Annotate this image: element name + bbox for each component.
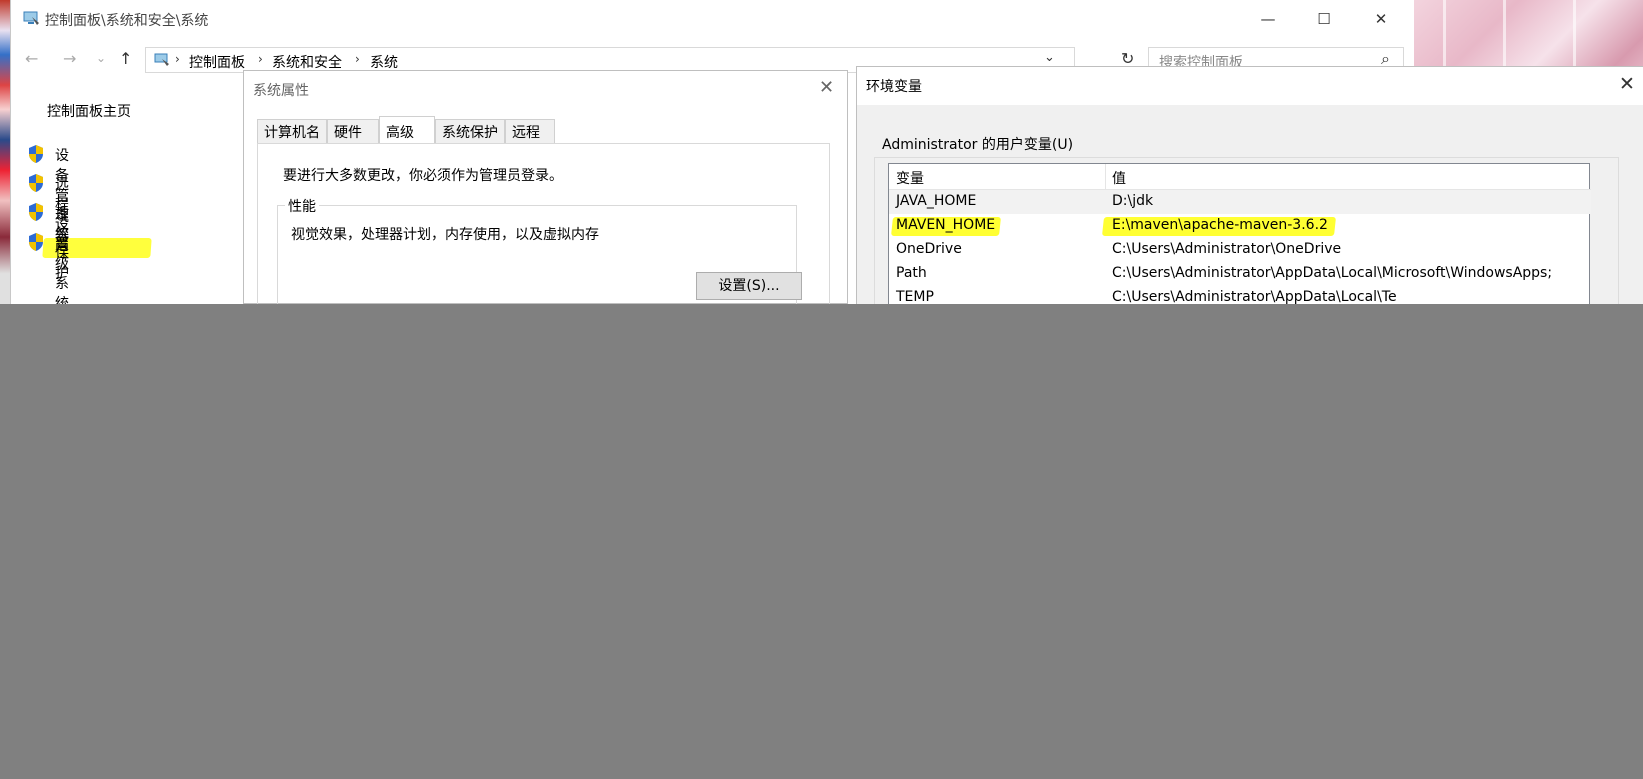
breadcrumb-separator-icon: › — [355, 52, 360, 66]
title-bar: 控制面板\系统和安全\系统 — ☐ ✕ — [11, 0, 1414, 38]
admin-notice: 要进行大多数更改，你必须作为管理员登录。 — [283, 168, 563, 184]
tab-panel-advanced: 要进行大多数更改，你必须作为管理员登录。 性能 视觉效果，处理器计划，内存使用，… — [257, 143, 830, 304]
table-row[interactable]: JAVA_HOME D:\jdk — [889, 190, 1591, 214]
variable-value: C:\Users\Administrator\OneDrive — [1112, 241, 1342, 257]
tab-remote[interactable]: 远程 — [505, 119, 555, 143]
uac-shield-icon — [29, 203, 43, 221]
control-panel-icon — [23, 11, 39, 25]
uac-shield-icon — [29, 174, 43, 192]
up-arrow-icon[interactable]: ↑ — [119, 49, 132, 68]
variable-name: JAVA_HOME — [896, 193, 977, 209]
sidebar-home-link[interactable]: 控制面板主页 — [47, 101, 131, 121]
user-variables-label: Administrator 的用户变量(U) — [882, 137, 1074, 153]
desktop-background-left — [0, 0, 10, 304]
column-divider[interactable] — [1105, 164, 1106, 189]
dialog-title: 环境变量 — [866, 79, 922, 95]
breadcrumb-system[interactable]: 系统 — [370, 52, 398, 72]
table-row[interactable]: Path C:\Users\Administrator\AppData\Loca… — [889, 262, 1591, 286]
variable-value: C:\Users\Administrator\AppData\Local\Mic… — [1112, 265, 1553, 281]
dialog-title: 系统属性 — [253, 83, 309, 99]
back-arrow-icon[interactable]: ← — [25, 49, 38, 68]
close-button[interactable]: ✕ — [1366, 8, 1396, 30]
tab-hardware[interactable]: 硬件 — [327, 119, 379, 143]
user-variables-list[interactable]: 变量 值 JAVA_HOME D:\jdk MAVEN_HOME E:\mave… — [888, 163, 1591, 304]
sidebar-item-label: 高级系统设置 — [55, 236, 69, 304]
tab-system-protection[interactable]: 系统保护 — [435, 119, 505, 143]
variable-name: OneDrive — [896, 241, 962, 257]
performance-settings-button[interactable]: 设置(S)... — [696, 272, 802, 300]
system-properties-dialog: 系统属性 ✕ 计算机名 硬件 高级 系统保护 远程 要进行大多数更改，你必须作为… — [243, 70, 848, 304]
forward-arrow-icon[interactable]: → — [63, 49, 76, 68]
variable-name: Path — [896, 265, 927, 281]
variable-name: TEMP — [896, 289, 934, 304]
variable-value: C:\Users\Administrator\AppData\Local\Te — [1112, 289, 1397, 304]
column-header-variable[interactable]: 变量 — [896, 168, 924, 188]
table-row[interactable]: TEMP C:\Users\Administrator\AppData\Loca… — [889, 286, 1591, 304]
dialog-body: Administrator 的用户变量(U) 变量 值 JAVA_HOME D:… — [857, 105, 1643, 304]
performance-group: 性能 视觉效果，处理器计划，内存使用，以及虚拟内存 设置(S)... — [277, 196, 802, 304]
breadcrumb-control-panel[interactable]: 控制面板 — [189, 52, 245, 72]
window-title: 控制面板\系统和安全\系统 — [45, 13, 209, 29]
close-icon[interactable]: ✕ — [819, 77, 834, 98]
breadcrumb-separator-icon: › — [175, 52, 180, 66]
maximize-button[interactable]: ☐ — [1309, 8, 1339, 30]
tab-computer-name[interactable]: 计算机名 — [257, 119, 327, 143]
minimize-button[interactable]: — — [1253, 8, 1283, 30]
variable-name: MAVEN_HOME — [896, 217, 996, 233]
tab-advanced[interactable]: 高级 — [379, 116, 435, 143]
table-row[interactable]: MAVEN_HOME E:\maven\apache-maven-3.6.2 — [889, 214, 1591, 238]
screenshot-visible-area: 控制面板\系统和安全\系统 — ☐ ✕ ← → ⌄ ↑ › 控制面板 › 系统和… — [0, 0, 1643, 304]
recent-locations-chevron-icon[interactable]: ⌄ — [96, 51, 106, 65]
performance-group-label: 性能 — [285, 196, 319, 216]
breadcrumb-system-security[interactable]: 系统和安全 — [272, 52, 342, 72]
breadcrumb-separator-icon: › — [258, 52, 263, 66]
address-dropdown-icon[interactable]: ⌄ — [1044, 50, 1055, 65]
uac-shield-icon — [29, 145, 43, 163]
table-row[interactable]: OneDrive C:\Users\Administrator\OneDrive — [889, 238, 1591, 262]
column-header-value[interactable]: 值 — [1112, 168, 1126, 188]
list-header: 变量 值 — [889, 164, 1591, 190]
close-icon[interactable]: ✕ — [1619, 73, 1635, 95]
location-icon — [154, 53, 169, 66]
variable-value: E:\maven\apache-maven-3.6.2 — [1112, 217, 1328, 233]
environment-variables-dialog: 环境变量 ✕ Administrator 的用户变量(U) 变量 值 JAVA_… — [856, 66, 1643, 304]
uac-shield-icon — [29, 233, 43, 251]
variable-value: D:\jdk — [1112, 193, 1154, 209]
performance-description: 视觉效果，处理器计划，内存使用，以及虚拟内存 — [291, 227, 599, 243]
